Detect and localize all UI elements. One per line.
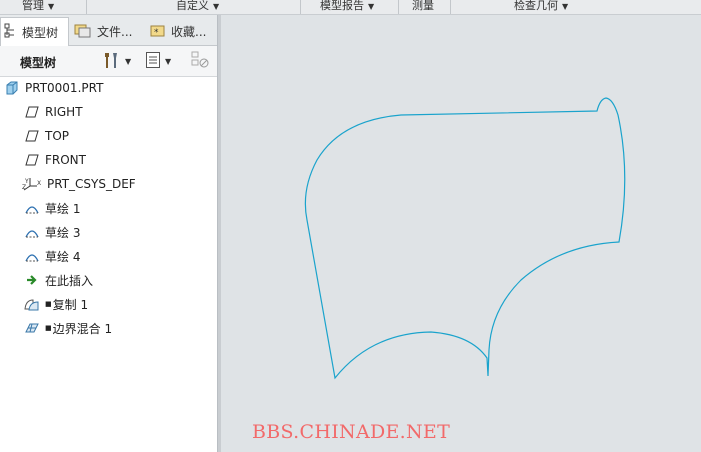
chevron-down-icon: ▼ — [48, 2, 55, 11]
boundary-curve-outline — [304, 97, 626, 380]
modified-marker-icon: ■ — [45, 324, 52, 332]
forum-watermark: BBS.CHINADE.NET — [252, 421, 451, 443]
graphics-window[interactable] — [221, 15, 701, 452]
tab-label: 收藏... — [171, 24, 207, 39]
ribbon-group-measure[interactable]: 测量 — [412, 0, 434, 13]
tree-item-label: RIGHT — [45, 105, 83, 119]
sketch-icon — [24, 224, 40, 240]
part-icon — [4, 80, 20, 96]
ribbon-separator — [86, 0, 87, 14]
sketch-icon — [24, 248, 40, 264]
tree-item-label: 复制 1 — [52, 297, 89, 312]
tree-item-boundary-blend-1[interactable]: ■ 边界混合 1 — [24, 317, 112, 339]
chevron-down-icon: ▼ — [213, 2, 220, 11]
boundary-blend-icon — [24, 320, 40, 336]
model-tree-toolbar: 模型树 ▼ ▼ — [0, 46, 217, 77]
tree-item-label: 草绘 1 — [45, 201, 81, 216]
settings-tools-button[interactable]: ▼ — [101, 51, 131, 71]
datum-plane-icon — [24, 104, 40, 120]
tree-item-csys[interactable]: YXZ PRT_CSYS_DEF — [22, 173, 136, 195]
tree-item-label: FRONT — [45, 153, 86, 167]
svg-text:X: X — [37, 180, 41, 187]
ribbon-group-label: 管理 — [22, 0, 44, 12]
svg-text:Z: Z — [22, 184, 26, 191]
sketch-icon — [24, 200, 40, 216]
tree-item-label: PRT_CSYS_DEF — [47, 177, 136, 191]
ribbon-group-model-report[interactable]: 模型报告 ▼ — [320, 0, 374, 13]
favorites-folder-icon: * — [149, 22, 167, 41]
tree-item-part[interactable]: PRT0001.PRT — [4, 77, 103, 99]
ribbon-group-label: 检查几何 — [514, 0, 558, 12]
tools-icon — [101, 50, 121, 73]
insert-here-arrow-icon — [24, 272, 40, 288]
filter-button[interactable] — [190, 51, 210, 71]
tree-item-sketch-3[interactable]: 草绘 3 — [24, 221, 80, 243]
filter-tree-icon — [190, 50, 210, 73]
ribbon-group-customize[interactable]: 自定义 ▼ — [176, 0, 219, 13]
chevron-down-icon: ▼ — [125, 56, 132, 66]
tab-label: 模型树 — [22, 25, 59, 40]
list-options-icon — [145, 51, 161, 72]
modified-marker-icon: ■ — [45, 300, 52, 308]
tree-item-sketch-4[interactable]: 草绘 4 — [24, 245, 80, 267]
tree-item-insert-here[interactable]: 在此插入 — [24, 269, 93, 291]
model-geometry — [304, 97, 626, 380]
ribbon-bar: 管理 ▼ 自定义 ▼ 模型报告 ▼ 测量 检查几何 ▼ — [0, 0, 701, 15]
chevron-down-icon: ▼ — [562, 2, 569, 11]
datum-plane-icon — [24, 152, 40, 168]
csys-icon: YXZ — [22, 176, 42, 192]
tab-model-tree[interactable]: 模型树 — [0, 17, 69, 46]
chevron-down-icon: ▼ — [165, 56, 172, 66]
chevron-down-icon: ▼ — [368, 2, 375, 11]
ribbon-group-label: 模型报告 — [320, 0, 364, 12]
tree-item-top[interactable]: TOP — [24, 125, 69, 147]
ribbon-group-manage[interactable]: 管理 ▼ — [22, 0, 54, 13]
ribbon-group-check-geometry[interactable]: 检查几何 ▼ — [514, 0, 568, 13]
copy-surface-icon — [24, 296, 40, 312]
tab-favorites[interactable]: * 收藏... — [146, 17, 216, 45]
tab-label: 文件... — [97, 24, 133, 39]
tree-item-right[interactable]: RIGHT — [24, 101, 83, 123]
folder-browser-icon — [73, 22, 93, 41]
tree-item-label: 边界混合 1 — [52, 321, 113, 336]
tab-folder-browser[interactable]: 文件... — [70, 17, 142, 45]
ribbon-separator — [300, 0, 301, 14]
tree-item-label: PRT0001.PRT — [25, 81, 104, 95]
ribbon-group-label: 自定义 — [176, 0, 209, 12]
ribbon-group-label: 测量 — [412, 0, 434, 12]
datum-plane-icon — [24, 128, 40, 144]
tree-item-front[interactable]: FRONT — [24, 149, 86, 171]
tree-item-sketch-1[interactable]: 草绘 1 — [24, 197, 80, 219]
ribbon-separator — [450, 0, 451, 14]
ribbon-separator — [398, 0, 399, 14]
tree-item-label: TOP — [45, 129, 70, 143]
model-tree-title: 模型树 — [20, 56, 57, 70]
tree-item-label: 草绘 4 — [45, 249, 81, 264]
tree-item-label: 在此插入 — [45, 273, 94, 288]
show-options-button[interactable]: ▼ — [145, 51, 171, 71]
tree-item-copy-1[interactable]: ■ 复制 1 — [24, 293, 88, 315]
model-tree-icon — [4, 23, 18, 42]
tree-item-label: 草绘 3 — [45, 225, 81, 240]
navigator-tabs: 模型树 文件... * 收藏... — [0, 15, 217, 46]
navigator-panel: 模型树 文件... * 收藏... 模型树 ▼ ▼ PRT0001.PRT RI… — [0, 15, 218, 452]
svg-text:*: * — [154, 28, 159, 38]
